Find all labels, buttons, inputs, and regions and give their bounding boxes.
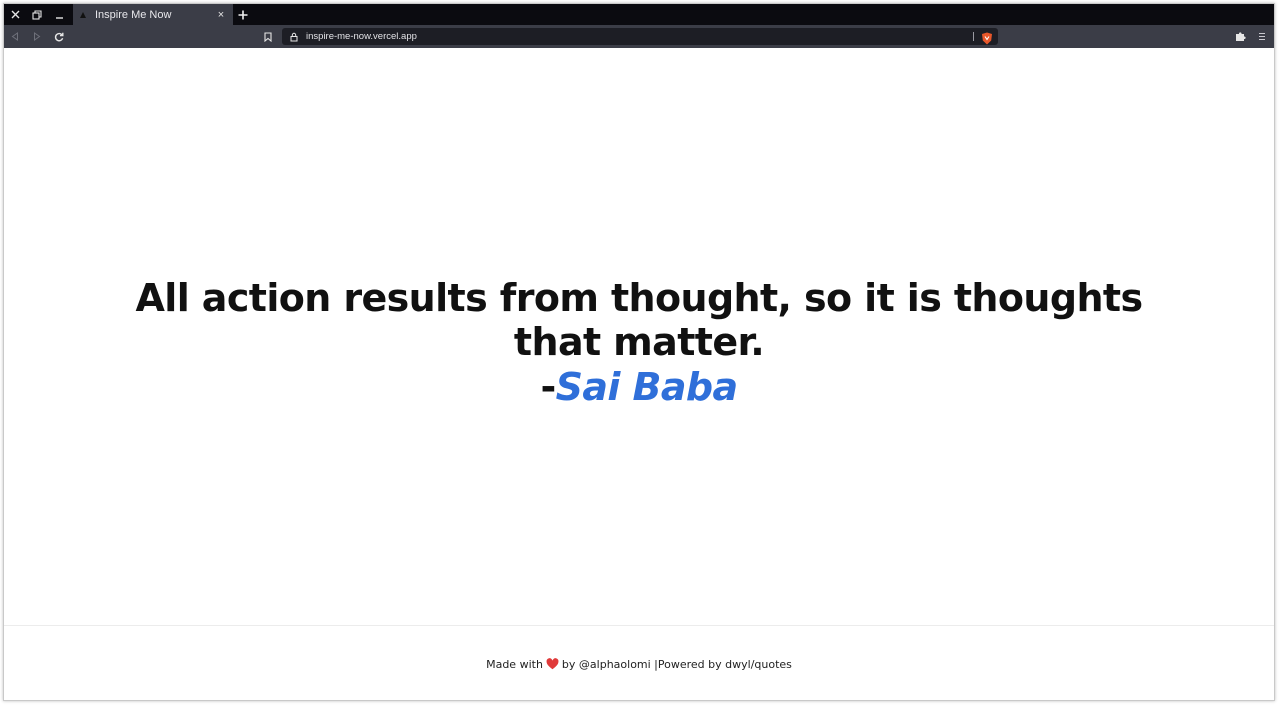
extensions-button[interactable] [1232,25,1248,48]
tab-inspire-me-now[interactable]: Inspire Me Now × [73,4,233,25]
hamburger-menu-icon [1259,33,1265,40]
author-line: -Sai Baba [4,364,1274,410]
minimize-window-button[interactable] [48,4,70,25]
forward-button[interactable] [26,25,48,48]
brave-shield-icon[interactable] [981,30,993,45]
back-button[interactable] [4,25,26,48]
tab-strip: Inspire Me Now × [4,4,1274,25]
menu-button[interactable] [1254,25,1270,48]
new-tab-button[interactable] [233,4,253,25]
reload-icon [54,32,64,41]
puzzle-icon [1235,32,1246,41]
lock-icon [290,31,300,43]
address-bar-divider [973,32,974,41]
quote-text: All action results from thought, so it i… [135,276,1144,364]
bookmark-icon [264,31,272,42]
tab-close-button[interactable]: × [215,9,227,21]
close-window-button[interactable] [4,4,26,25]
browser-window: Inspire Me Now × inspire-me-now.vercel.a… [3,3,1275,701]
forward-arrow-icon [34,32,41,41]
restore-window-button[interactable] [26,4,48,25]
quote-block: All action results from thought, so it i… [4,276,1274,410]
favicon-icon [79,11,87,19]
restore-icon [32,9,42,20]
back-arrow-icon [11,32,18,41]
reload-button[interactable] [48,25,70,48]
author-name: Sai Baba [555,365,739,409]
browser-toolbar: inspire-me-now.vercel.app [4,25,1274,48]
page-content: All action results from thought, so it i… [4,48,1274,700]
heart-icon [546,658,559,670]
close-icon [11,10,19,19]
footer-made-with: Made with [486,657,543,671]
minimize-icon [55,17,63,19]
plus-icon [238,10,248,19]
footer: Made with by @alphaolomi |Powered by dwy… [4,625,1274,700]
footer-credits: by @alphaolomi |Powered by dwyl/quotes [561,657,792,671]
bookmark-button[interactable] [259,25,277,48]
tab-title: Inspire Me Now [95,8,172,21]
author-prefix: - [540,365,556,409]
address-bar[interactable]: inspire-me-now.vercel.app [282,28,998,45]
url-text: inspire-me-now.vercel.app [306,31,417,42]
